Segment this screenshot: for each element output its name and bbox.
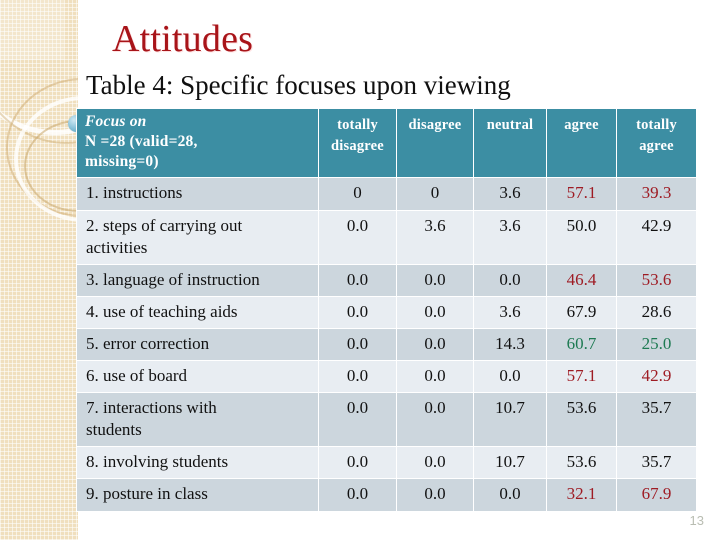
focus-on-line1: Focus on bbox=[85, 113, 147, 130]
row-label: 9. posture in class bbox=[76, 478, 319, 512]
cell-value: 0.0 bbox=[318, 360, 397, 394]
row-label: 4. use of teaching aids bbox=[76, 295, 319, 329]
attitudes-table-wrapper: Focus on N =28 (valid=28, missing=0) tot… bbox=[76, 107, 697, 512]
table-row: 2. steps of carrying out activities 0.0 3.… bbox=[76, 209, 697, 265]
cell-value: 35.7 bbox=[616, 446, 697, 480]
cell-value: 39.3 bbox=[616, 177, 697, 211]
page-number: 13 bbox=[689, 513, 704, 528]
cell-value: 0.0 bbox=[396, 360, 474, 394]
cell-value: 35.7 bbox=[616, 392, 697, 448]
cell-value: 0.0 bbox=[396, 478, 474, 512]
header-cell-disagree: disagree bbox=[396, 107, 474, 179]
table-body: 1. instructions 0 0 3.6 57.1 39.3 2. steps of … bbox=[76, 177, 697, 512]
cell-value: 32.1 bbox=[546, 478, 617, 512]
row-label: 3. language of instruction bbox=[76, 263, 319, 297]
cell-value: 0.0 bbox=[473, 263, 547, 297]
row-label: 7. interactions with students bbox=[76, 392, 319, 448]
cell-value: 0.0 bbox=[318, 446, 397, 480]
cell-value: 0.0 bbox=[473, 360, 547, 394]
row-label: 8. involving students bbox=[76, 446, 319, 480]
table-row: 5. error correction 0.0 0.0 14.3 60.7 25.0 bbox=[76, 327, 697, 362]
row-label: 5. error correction bbox=[76, 327, 319, 362]
cell-value: 0 bbox=[318, 177, 397, 211]
cell-value: 53.6 bbox=[546, 446, 617, 480]
cell-value: 57.1 bbox=[546, 360, 617, 394]
focus-on-line2: N =28 (valid=28, bbox=[85, 132, 198, 150]
cell-value: 53.6 bbox=[616, 263, 697, 297]
table-row: 7. interactions with students 0.0 0.0 10.7 5… bbox=[76, 392, 697, 448]
table-header: Focus on N =28 (valid=28, missing=0) tot… bbox=[76, 107, 697, 179]
cell-value: 14.3 bbox=[473, 327, 547, 362]
row-label: 1. instructions bbox=[76, 177, 319, 211]
table-row: 8. involving students 0.0 0.0 10.7 53.6 35.7 bbox=[76, 446, 697, 480]
cell-value: 3.6 bbox=[473, 209, 547, 265]
row-label: 6. use of board bbox=[76, 360, 319, 394]
cell-value: 25.0 bbox=[616, 327, 697, 362]
cell-value: 0.0 bbox=[318, 327, 397, 362]
cell-value: 0.0 bbox=[318, 295, 397, 329]
cell-value: 3.6 bbox=[473, 295, 547, 329]
cell-value: 53.6 bbox=[546, 392, 617, 448]
table-row: 4. use of teaching aids 0.0 0.0 3.6 67.9 28.6 bbox=[76, 295, 697, 329]
header-cell-agree: agree bbox=[546, 107, 617, 179]
focus-on-line3: missing=0) bbox=[85, 152, 159, 170]
cell-value: 0.0 bbox=[473, 478, 547, 512]
table-row: 3. language of instruction 0.0 0.0 0.0 46.4 5… bbox=[76, 263, 697, 297]
cell-value: 0 bbox=[396, 177, 474, 211]
cell-value: 0.0 bbox=[318, 478, 397, 512]
row-label: 2. steps of carrying out activities bbox=[76, 209, 319, 265]
cell-value: 50.0 bbox=[546, 209, 617, 265]
header-row: Focus on N =28 (valid=28, missing=0) tot… bbox=[76, 107, 697, 179]
slide-subtitle: Table 4: Specific focuses upon viewing bbox=[86, 70, 511, 100]
header-cell-neutral: neutral bbox=[473, 107, 547, 179]
decorative-left-band bbox=[0, 0, 78, 540]
cell-value: 42.9 bbox=[616, 360, 697, 394]
cell-value: 0.0 bbox=[396, 446, 474, 480]
cell-value: 0.0 bbox=[396, 295, 474, 329]
header-cell-totally-agree: totally agree bbox=[616, 107, 697, 179]
cell-value: 67.9 bbox=[546, 295, 617, 329]
cell-value: 0.0 bbox=[318, 209, 397, 265]
cell-value: 0.0 bbox=[396, 263, 474, 297]
cell-value: 10.7 bbox=[473, 446, 547, 480]
table-row: 9. posture in class 0.0 0.0 0.0 32.1 67.9 bbox=[76, 478, 697, 512]
cell-value: 57.1 bbox=[546, 177, 617, 211]
cell-value: 0.0 bbox=[318, 392, 397, 448]
cell-value: 46.4 bbox=[546, 263, 617, 297]
table-row: 1. instructions 0 0 3.6 57.1 39.3 bbox=[76, 177, 697, 211]
header-cell-totally-disagree: totally disagree bbox=[318, 107, 397, 179]
header-cell-focus-on: Focus on N =28 (valid=28, missing=0) bbox=[76, 107, 319, 179]
cell-value: 28.6 bbox=[616, 295, 697, 329]
attitudes-table: Focus on N =28 (valid=28, missing=0) tot… bbox=[76, 107, 697, 512]
cell-value: 67.9 bbox=[616, 478, 697, 512]
slide-title: Attitudes bbox=[112, 18, 254, 60]
cell-value: 3.6 bbox=[396, 209, 474, 265]
cell-value: 42.9 bbox=[616, 209, 697, 265]
cell-value: 0.0 bbox=[396, 327, 474, 362]
cell-value: 60.7 bbox=[546, 327, 617, 362]
cell-value: 10.7 bbox=[473, 392, 547, 448]
cell-value: 3.6 bbox=[473, 177, 547, 211]
cell-value: 0.0 bbox=[318, 263, 397, 297]
cell-value: 0.0 bbox=[396, 392, 474, 448]
table-row: 6. use of board 0.0 0.0 0.0 57.1 42.9 bbox=[76, 360, 697, 394]
slide-canvas: Attitudes Table 4: Specific focuses upon… bbox=[0, 0, 720, 540]
